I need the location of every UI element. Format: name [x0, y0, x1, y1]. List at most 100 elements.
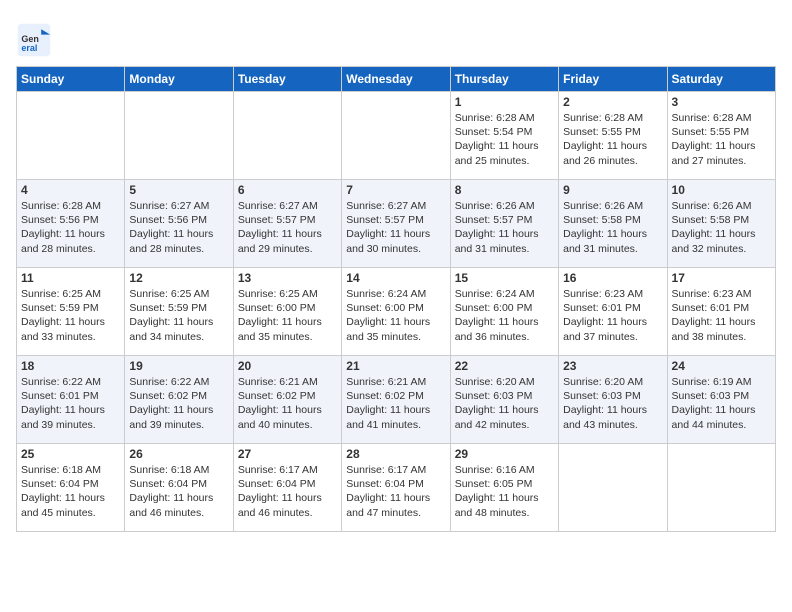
day-info: Sunrise: 6:22 AM Sunset: 6:01 PM Dayligh…: [21, 375, 120, 432]
day-number: 12: [129, 271, 228, 285]
calendar-cell: 26 Sunrise: 6:18 AM Sunset: 6:04 PM Dayli…: [125, 444, 233, 532]
day-info: Sunrise: 6:28 AM Sunset: 5:55 PM Dayligh…: [672, 111, 771, 168]
day-info: Sunrise: 6:28 AM Sunset: 5:55 PM Dayligh…: [563, 111, 662, 168]
day-number: 5: [129, 183, 228, 197]
day-number: 21: [346, 359, 445, 373]
day-number: 20: [238, 359, 337, 373]
logo: Gen eral: [16, 22, 56, 58]
day-info: Sunrise: 6:21 AM Sunset: 6:02 PM Dayligh…: [238, 375, 337, 432]
day-number: 14: [346, 271, 445, 285]
calendar-cell: 22 Sunrise: 6:20 AM Sunset: 6:03 PM Dayli…: [450, 356, 558, 444]
day-number: 11: [21, 271, 120, 285]
day-info: Sunrise: 6:24 AM Sunset: 6:00 PM Dayligh…: [455, 287, 554, 344]
calendar-cell: 27 Sunrise: 6:17 AM Sunset: 6:04 PM Dayli…: [233, 444, 341, 532]
day-info: Sunrise: 6:27 AM Sunset: 5:57 PM Dayligh…: [346, 199, 445, 256]
day-info: Sunrise: 6:19 AM Sunset: 6:03 PM Dayligh…: [672, 375, 771, 432]
calendar-cell: 20 Sunrise: 6:21 AM Sunset: 6:02 PM Dayli…: [233, 356, 341, 444]
calendar-cell: 16Sunrise: 6:23 AM Sunset: 6:01 PM Dayli…: [559, 268, 667, 356]
day-info: Sunrise: 6:18 AM Sunset: 6:04 PM Dayligh…: [21, 463, 120, 520]
day-info: Sunrise: 6:26 AM Sunset: 5:58 PM Dayligh…: [672, 199, 771, 256]
calendar-cell: [233, 92, 341, 180]
day-info: Sunrise: 6:24 AM Sunset: 6:00 PM Dayligh…: [346, 287, 445, 344]
calendar-cell: [125, 92, 233, 180]
day-header-wednesday: Wednesday: [342, 67, 450, 92]
day-number: 26: [129, 447, 228, 461]
day-info: Sunrise: 6:27 AM Sunset: 5:57 PM Dayligh…: [238, 199, 337, 256]
day-header-friday: Friday: [559, 67, 667, 92]
day-number: 10: [672, 183, 771, 197]
calendar-week-3: 11 Sunrise: 6:25 AM Sunset: 5:59 PM Dayli…: [17, 268, 776, 356]
calendar-cell: 3 Sunrise: 6:28 AM Sunset: 5:55 PM Daylig…: [667, 92, 775, 180]
day-info: Sunrise: 6:16 AM Sunset: 6:05 PM Dayligh…: [455, 463, 554, 520]
day-info: Sunrise: 6:22 AM Sunset: 6:02 PM Dayligh…: [129, 375, 228, 432]
calendar-cell: 6 Sunrise: 6:27 AM Sunset: 5:57 PM Daylig…: [233, 180, 341, 268]
day-number: 15: [455, 271, 554, 285]
calendar-cell: 5 Sunrise: 6:27 AM Sunset: 5:56 PM Daylig…: [125, 180, 233, 268]
calendar-cell: 24 Sunrise: 6:19 AM Sunset: 6:03 PM Dayli…: [667, 356, 775, 444]
calendar-week-5: 25Sunrise: 6:18 AM Sunset: 6:04 PM Dayli…: [17, 444, 776, 532]
calendar-cell: 13Sunrise: 6:25 AM Sunset: 6:00 PM Dayli…: [233, 268, 341, 356]
day-number: 28: [346, 447, 445, 461]
calendar-cell: 15 Sunrise: 6:24 AM Sunset: 6:00 PM Dayli…: [450, 268, 558, 356]
calendar-cell: 8 Sunrise: 6:26 AM Sunset: 5:57 PM Daylig…: [450, 180, 558, 268]
day-number: 19: [129, 359, 228, 373]
day-info: Sunrise: 6:27 AM Sunset: 5:56 PM Dayligh…: [129, 199, 228, 256]
day-info: Sunrise: 6:28 AM Sunset: 5:56 PM Dayligh…: [21, 199, 120, 256]
day-number: 6: [238, 183, 337, 197]
day-info: Sunrise: 6:23 AM Sunset: 6:01 PM Dayligh…: [672, 287, 771, 344]
calendar-cell: 9Sunrise: 6:26 AM Sunset: 5:58 PM Daylig…: [559, 180, 667, 268]
day-header-monday: Monday: [125, 67, 233, 92]
day-number: 29: [455, 447, 554, 461]
calendar-header-row: SundayMondayTuesdayWednesdayThursdayFrid…: [17, 67, 776, 92]
calendar-cell: 18Sunrise: 6:22 AM Sunset: 6:01 PM Dayli…: [17, 356, 125, 444]
calendar-cell: 29 Sunrise: 6:16 AM Sunset: 6:05 PM Dayli…: [450, 444, 558, 532]
day-info: Sunrise: 6:20 AM Sunset: 6:03 PM Dayligh…: [563, 375, 662, 432]
day-header-sunday: Sunday: [17, 67, 125, 92]
day-number: 24: [672, 359, 771, 373]
day-header-saturday: Saturday: [667, 67, 775, 92]
calendar-cell: 2 Sunrise: 6:28 AM Sunset: 5:55 PM Daylig…: [559, 92, 667, 180]
calendar-table: SundayMondayTuesdayWednesdayThursdayFrid…: [16, 66, 776, 532]
day-info: Sunrise: 6:17 AM Sunset: 6:04 PM Dayligh…: [346, 463, 445, 520]
day-info: Sunrise: 6:25 AM Sunset: 5:59 PM Dayligh…: [21, 287, 120, 344]
calendar-cell: [559, 444, 667, 532]
calendar-cell: 10 Sunrise: 6:26 AM Sunset: 5:58 PM Dayli…: [667, 180, 775, 268]
day-number: 27: [238, 447, 337, 461]
calendar-cell: 17 Sunrise: 6:23 AM Sunset: 6:01 PM Dayli…: [667, 268, 775, 356]
calendar-cell: [17, 92, 125, 180]
day-number: 2: [563, 95, 662, 109]
day-info: Sunrise: 6:17 AM Sunset: 6:04 PM Dayligh…: [238, 463, 337, 520]
day-header-thursday: Thursday: [450, 67, 558, 92]
day-info: Sunrise: 6:25 AM Sunset: 5:59 PM Dayligh…: [129, 287, 228, 344]
calendar-cell: [667, 444, 775, 532]
calendar-cell: 7Sunrise: 6:27 AM Sunset: 5:57 PM Daylig…: [342, 180, 450, 268]
calendar-cell: 14 Sunrise: 6:24 AM Sunset: 6:00 PM Dayli…: [342, 268, 450, 356]
calendar-week-1: 1 Sunrise: 6:28 AM Sunset: 5:54 PM Daylig…: [17, 92, 776, 180]
day-number: 17: [672, 271, 771, 285]
calendar-cell: 21 Sunrise: 6:21 AM Sunset: 6:02 PM Dayli…: [342, 356, 450, 444]
calendar-week-2: 4Sunrise: 6:28 AM Sunset: 5:56 PM Daylig…: [17, 180, 776, 268]
day-info: Sunrise: 6:21 AM Sunset: 6:02 PM Dayligh…: [346, 375, 445, 432]
day-number: 3: [672, 95, 771, 109]
day-info: Sunrise: 6:23 AM Sunset: 6:01 PM Dayligh…: [563, 287, 662, 344]
day-info: Sunrise: 6:26 AM Sunset: 5:57 PM Dayligh…: [455, 199, 554, 256]
day-info: Sunrise: 6:25 AM Sunset: 6:00 PM Dayligh…: [238, 287, 337, 344]
day-info: Sunrise: 6:18 AM Sunset: 6:04 PM Dayligh…: [129, 463, 228, 520]
day-header-tuesday: Tuesday: [233, 67, 341, 92]
day-info: Sunrise: 6:28 AM Sunset: 5:54 PM Dayligh…: [455, 111, 554, 168]
day-number: 23: [563, 359, 662, 373]
day-info: Sunrise: 6:26 AM Sunset: 5:58 PM Dayligh…: [563, 199, 662, 256]
calendar-cell: 28 Sunrise: 6:17 AM Sunset: 6:04 PM Dayli…: [342, 444, 450, 532]
calendar-week-4: 18Sunrise: 6:22 AM Sunset: 6:01 PM Dayli…: [17, 356, 776, 444]
calendar-cell: 23 Sunrise: 6:20 AM Sunset: 6:03 PM Dayli…: [559, 356, 667, 444]
day-number: 22: [455, 359, 554, 373]
day-number: 8: [455, 183, 554, 197]
calendar-cell: [342, 92, 450, 180]
day-number: 1: [455, 95, 554, 109]
logo-icon: Gen eral: [16, 22, 52, 58]
header: Gen eral: [16, 16, 776, 58]
day-info: Sunrise: 6:20 AM Sunset: 6:03 PM Dayligh…: [455, 375, 554, 432]
calendar-cell: 11 Sunrise: 6:25 AM Sunset: 5:59 PM Dayli…: [17, 268, 125, 356]
calendar-cell: 19 Sunrise: 6:22 AM Sunset: 6:02 PM Dayli…: [125, 356, 233, 444]
calendar-cell: 12 Sunrise: 6:25 AM Sunset: 5:59 PM Dayli…: [125, 268, 233, 356]
